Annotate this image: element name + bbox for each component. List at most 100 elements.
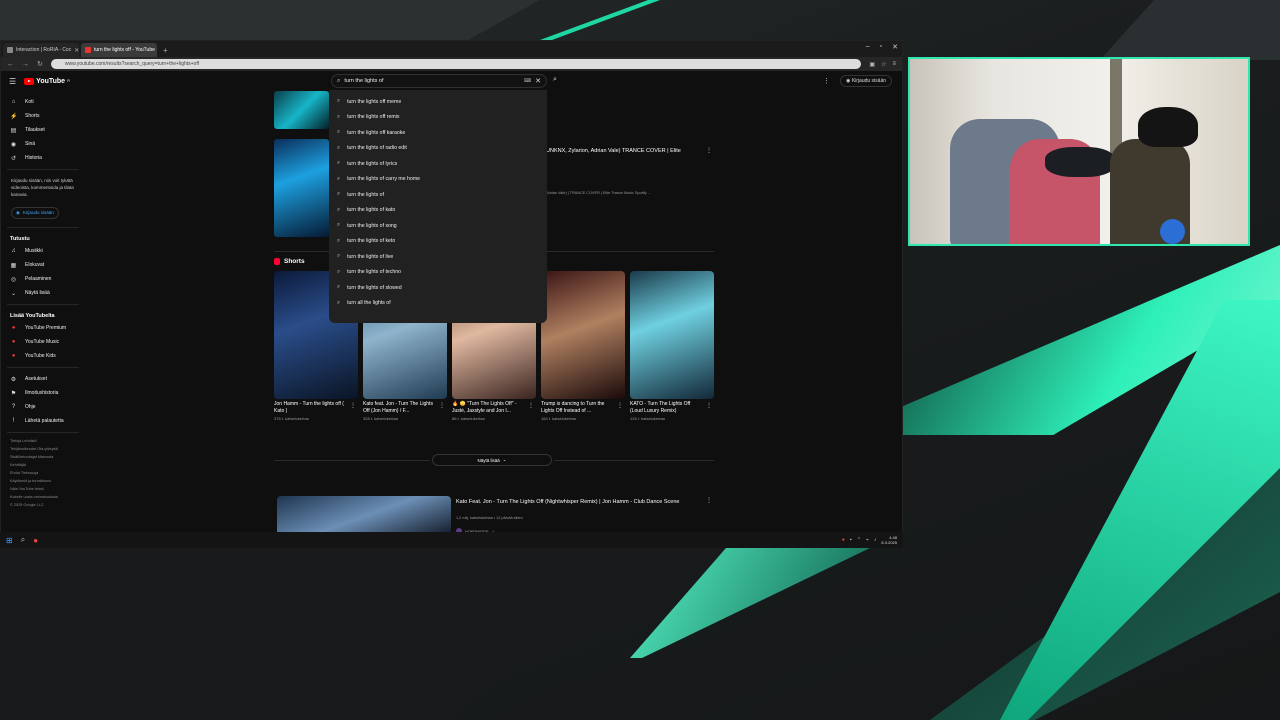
sign-in-button[interactable]: ◉ Kirjaudu sisään xyxy=(840,75,892,87)
sidebar-item-tilaukset[interactable]: ▤ Tilaukset xyxy=(1,123,85,137)
suggestion-item[interactable]: ⌕ turn the lights of kato xyxy=(329,203,547,219)
short-title[interactable]: Jon Hamm - Turn the lights off ( Kato ) xyxy=(274,401,346,415)
short-card[interactable]: KATO - Turn The Lights Off (Loud Luxury … xyxy=(630,271,714,421)
footer-link[interactable]: Käytännöt ja turvallisuus xyxy=(1,477,85,485)
tray-icon[interactable]: ▪ xyxy=(850,537,852,543)
sidebar-item-sinä[interactable]: ◉ Sinä xyxy=(1,137,85,151)
search-box[interactable]: ⌕ turn the lights of ⌨ ✕ xyxy=(331,74,547,88)
more-options-icon[interactable]: ⋮ xyxy=(706,402,712,409)
footer-link[interactable]: Ehdot Tietosuoja xyxy=(1,469,85,477)
extensions-icon[interactable]: ▣ xyxy=(869,61,875,68)
more-options-icon[interactable]: ⋮ xyxy=(706,147,712,154)
footer-link[interactable]: Näin YouTube toimii xyxy=(1,485,85,493)
show-more-button[interactable]: Näytä lisää ⌄ xyxy=(432,454,552,466)
volume-icon[interactable]: ♪ xyxy=(874,537,877,543)
video-title[interactable]: UNKNX, Zylarion, Adrian Vale) TRANCE COV… xyxy=(546,148,681,154)
suggestion-item[interactable]: ⌕ turn the lights of slowed xyxy=(329,280,547,296)
clock[interactable]: 4.48 8.3.2025 xyxy=(881,535,897,545)
footer-link[interactable]: Kokeile uusia ominaisuuksia xyxy=(1,493,85,501)
sidebar-item-ohje[interactable]: ? Ohje xyxy=(1,400,85,414)
short-thumbnail[interactable] xyxy=(630,271,714,399)
sidebar-item-youtube-kids[interactable]: ● YouTube Kids xyxy=(1,349,85,363)
logo-region: FI xyxy=(67,79,71,83)
more-options-icon[interactable]: ⋮ xyxy=(706,497,712,504)
short-card[interactable]: Trump is dancing to Turn the Lights Off … xyxy=(541,271,625,421)
more-options-icon[interactable]: ⋮ xyxy=(350,402,356,409)
suggestion-item[interactable]: ⌕ turn the lights of keto xyxy=(329,234,547,250)
suggestion-item[interactable]: ⌕ turn the lights off karaoke xyxy=(329,125,547,141)
footer-link[interactable]: © 2025 Google LLC xyxy=(1,501,85,509)
search-icon: ⌕ xyxy=(337,237,341,244)
sidebar-item-shorts[interactable]: ⚡ Shorts xyxy=(1,109,85,123)
sidebar-item-ilmoitushistoria[interactable]: ⚑ Ilmoitushistoria xyxy=(1,386,85,400)
star-icon[interactable]: ☆ xyxy=(881,61,886,68)
menu-icon[interactable]: ≡ xyxy=(892,61,896,68)
close-window-button[interactable]: ✕ xyxy=(892,43,898,51)
tab-youtube[interactable]: turn the lights off - YouTube ✕ xyxy=(81,43,157,57)
short-title[interactable]: KATO - Turn The Lights Off (Loud Luxury … xyxy=(630,401,702,415)
more-options-icon[interactable]: ⋮ xyxy=(823,77,830,85)
video-title[interactable]: Kato Feat. Jon - Turn The Lights Off (Ni… xyxy=(456,498,706,506)
youtube-logo[interactable]: YouTube FI xyxy=(24,77,71,85)
sidebar-item-musiikki[interactable]: ♫ Musiikki xyxy=(1,244,85,258)
clear-search-icon[interactable]: ✕ xyxy=(535,77,541,85)
short-title[interactable]: 🔥 😳 "Turn The Lights Off" - Justė, Jaxst… xyxy=(452,401,524,415)
sidebar-item-youtube-premium[interactable]: ● YouTube Premium xyxy=(1,321,85,335)
search-icon[interactable]: ⌕ xyxy=(21,535,25,545)
help-icon: ? xyxy=(11,404,16,410)
footer-link[interactable]: Tekijänoikeudet Ota yhteyttä xyxy=(1,445,85,453)
footer-link[interactable]: Tietoja Lehdistö xyxy=(1,437,85,445)
sidebar-item-elokuvat[interactable]: ▦ Elokuvat xyxy=(1,258,85,272)
tray-icon[interactable]: ⌃ xyxy=(857,537,861,543)
hamburger-menu-icon[interactable]: ☰ xyxy=(9,77,16,86)
browser-icon[interactable]: ● xyxy=(33,536,38,545)
footer-link[interactable]: Kehittäjät xyxy=(1,461,85,469)
forward-arrow-icon[interactable]: → xyxy=(22,61,29,68)
suggestion-item[interactable]: ⌕ turn the lights off remix xyxy=(329,110,547,126)
search-input[interactable]: turn the lights of xyxy=(344,78,520,84)
short-title[interactable]: Trump is dancing to Turn the Lights Off … xyxy=(541,401,613,415)
video-thumbnail[interactable] xyxy=(274,91,329,129)
video-thumbnail[interactable] xyxy=(274,139,329,237)
reload-icon[interactable]: ↻ xyxy=(37,60,43,68)
windows-start-icon[interactable]: ⊞ xyxy=(6,536,13,545)
app-tray-icon[interactable]: ● xyxy=(842,537,845,543)
suggestion-item[interactable]: ⌕ turn the lights of radio edit xyxy=(329,141,547,157)
sidebar-item-historia[interactable]: ↺ Historia xyxy=(1,151,85,165)
suggestion-item[interactable]: ⌕ turn the lights off meme xyxy=(329,94,547,110)
account-icon: ◉ xyxy=(16,210,20,215)
suggestion-item[interactable]: ⌕ turn the lights of techno xyxy=(329,265,547,281)
keyboard-icon[interactable]: ⌨ xyxy=(524,78,531,84)
short-thumbnail[interactable] xyxy=(541,271,625,399)
more-options-icon[interactable]: ⋮ xyxy=(528,402,534,409)
suggestion-item[interactable]: ⌕ turn the lights of xyxy=(329,187,547,203)
more-options-icon[interactable]: ⋮ xyxy=(617,402,623,409)
suggestion-item[interactable]: ⌕ turn the lights of carry me home xyxy=(329,172,547,188)
suggestion-label: turn the lights off remix xyxy=(347,114,400,121)
tab-roria[interactable]: Interaction | RoRIA - Coc ✕ xyxy=(3,43,79,57)
search-button[interactable]: ⌕ xyxy=(553,76,557,84)
minimize-button[interactable]: – xyxy=(866,43,870,51)
suggestion-item[interactable]: ⌕ turn the lights of lyrics xyxy=(329,156,547,172)
back-arrow-icon[interactable]: ← xyxy=(7,61,14,68)
new-tab-button[interactable]: + xyxy=(159,46,172,57)
sidebar-item-lähetä-palautetta[interactable]: ! Lähetä palautetta xyxy=(1,414,85,428)
sidebar-item-näytä-lisää[interactable]: ⌄ Näytä lisää xyxy=(1,286,85,300)
suggestion-item[interactable]: ⌕ turn all the lights of xyxy=(329,296,547,312)
suggestion-item[interactable]: ⌕ turn the lights of song xyxy=(329,218,547,234)
suggestion-item[interactable]: ⌕ turn the lights of live xyxy=(329,249,547,265)
divider xyxy=(7,304,79,305)
sidebar-item-koti[interactable]: ⌂ Koti xyxy=(1,95,85,109)
sidebar-sign-in-button[interactable]: ◉ Kirjaudu sisään xyxy=(11,207,59,219)
sidebar-item-pelaaminen[interactable]: ◎ Pelaaminen xyxy=(1,272,85,286)
close-icon[interactable]: ✕ xyxy=(74,47,79,54)
short-title[interactable]: Kato feat. Jon - Turn The Lights Off (Jo… xyxy=(363,401,435,415)
sidebar-item-label: Historia xyxy=(25,155,42,161)
more-options-icon[interactable]: ⋮ xyxy=(439,402,445,409)
network-icon[interactable]: ⌁ xyxy=(866,537,869,543)
footer-link[interactable]: Sisällöntuottajat Mainosta xyxy=(1,453,85,461)
sidebar-item-asetukset[interactable]: ⚙ Asetukset xyxy=(1,372,85,386)
sidebar-item-youtube-music[interactable]: ● YouTube Music xyxy=(1,335,85,349)
maximize-button[interactable]: ▫ xyxy=(880,43,882,51)
address-bar[interactable]: www.youtube.com/results?search_query=tur… xyxy=(50,59,862,69)
